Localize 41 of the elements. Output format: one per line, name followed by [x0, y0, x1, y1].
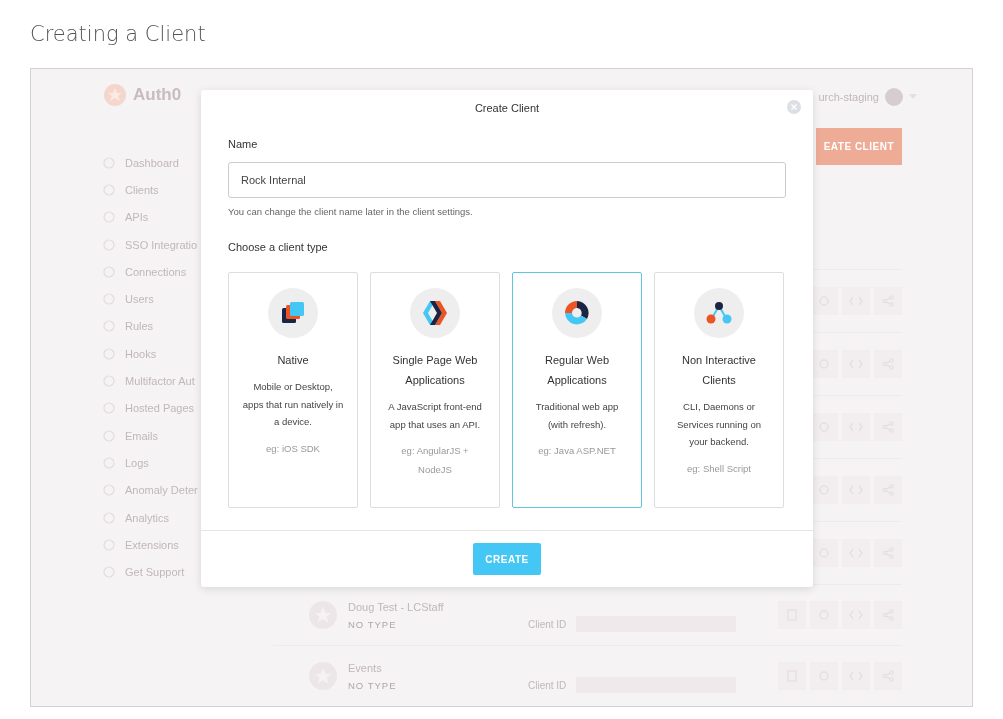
- client-type-card[interactable]: Non Interactive Clients CLI, Daemons or Services running on your backend. eg: Shell Script: [654, 272, 784, 508]
- client-name[interactable]: Doug Test - LCStaff: [348, 600, 518, 613]
- client-type-card[interactable]: Native Mobile or Desktop, apps that run natively in a device. eg: iOS SDK: [228, 272, 358, 508]
- section-label: Choose a client type: [228, 241, 328, 253]
- avatar[interactable]: [885, 87, 903, 106]
- create-button[interactable]: CREATE: [473, 543, 541, 575]
- client-id-label: Client ID: [528, 618, 567, 630]
- client-type-card[interactable]: Regular Web Applications Traditional web app (with refresh). eg: Java ASP.NET: [512, 272, 642, 508]
- client-type: NO TYPE: [348, 618, 398, 630]
- sidebar-item[interactable]: Extensions: [103, 531, 273, 559]
- nodes-icon: [706, 301, 732, 325]
- ring-icon: [564, 300, 590, 326]
- card-example: eg: Java ASP.NET: [537, 444, 617, 458]
- card-description: CLI, Daemons or Services running on your backend.: [676, 400, 762, 449]
- card-title: Native: [276, 353, 310, 368]
- diamond-icon: [423, 300, 447, 326]
- card-example: eg: iOS SDK: [265, 441, 321, 456]
- create-client-button[interactable]: EATE CLIENT: [815, 128, 902, 165]
- help-text: You can change the client name later in the client settings.: [228, 206, 473, 217]
- page-title: Creating a Client: [30, 21, 206, 48]
- card-example: eg: AngularJS + NodeJS: [400, 444, 470, 477]
- client-type: NO TYPE: [348, 679, 398, 691]
- client-name[interactable]: Events: [348, 661, 518, 674]
- sidebar-item[interactable]: Get Support: [103, 558, 273, 586]
- close-button[interactable]: [787, 100, 801, 114]
- card-description: Mobile or Desktop, apps that run natively in a device.: [242, 380, 344, 429]
- star-badge-icon: [103, 83, 127, 107]
- field-label: Name: [228, 138, 258, 150]
- card-description: A JavaScript front-end app that uses an API.: [387, 400, 483, 432]
- card-title: Regular Web Applications: [544, 353, 610, 388]
- name-input-field[interactable]: Rock Internal: [228, 162, 786, 198]
- client-type-card[interactable]: Single Page Web Applications A JavaScript front-end app that uses an API. eg: AngularJS + NodeJS: [370, 272, 500, 508]
- client-id-label: Client ID: [528, 679, 567, 691]
- stacked-squares-icon: [281, 301, 305, 325]
- card-title: Single Page Web Applications: [391, 353, 479, 388]
- card-example: eg: Shell Script: [686, 461, 752, 476]
- close-icon: [787, 100, 801, 114]
- tenant-name: urch-staging: [818, 90, 879, 103]
- card-title: Non Interactive Clients: [681, 353, 757, 388]
- card-description: Traditional web app (with refresh).: [534, 400, 620, 432]
- dialog-title: Create Client: [474, 102, 540, 114]
